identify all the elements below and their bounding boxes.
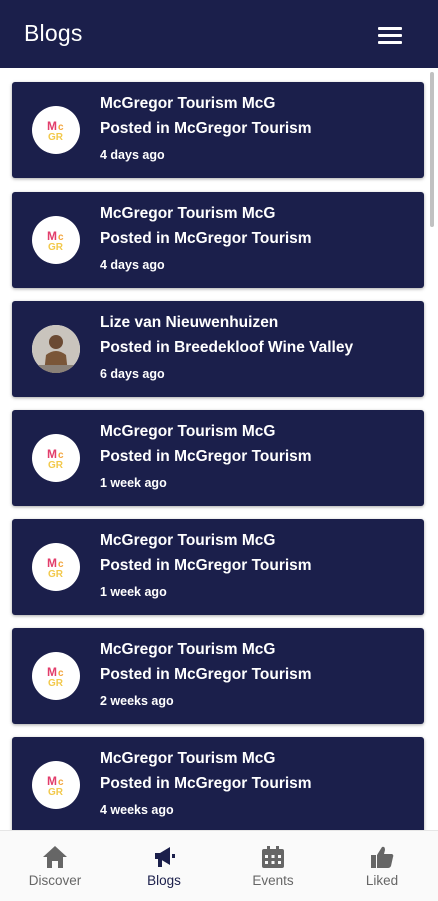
svg-text:M: M <box>47 774 57 788</box>
post-time: 4 days ago <box>100 148 165 162</box>
mcgregor-logo-avatar: M c GR <box>32 761 80 809</box>
post-time: 1 week ago <box>100 585 167 599</box>
svg-text:M: M <box>47 665 57 679</box>
post-author: McGregor Tourism McG <box>100 750 276 767</box>
thumbs-up-icon <box>371 846 394 868</box>
post-source: Posted in McGregor Tourism <box>100 775 312 792</box>
svg-text:GR: GR <box>48 787 64 798</box>
nav-label: Events <box>252 873 294 888</box>
post-time: 4 weeks ago <box>100 803 174 817</box>
svg-text:M: M <box>47 556 57 570</box>
post-source: Posted in McGregor Tourism <box>100 120 312 137</box>
blog-card[interactable]: M c GR McGregor Tourism McG Posted in Mc… <box>12 737 424 830</box>
svg-text:GR: GR <box>48 460 64 471</box>
nav-label: Blogs <box>147 873 181 888</box>
post-time: 6 days ago <box>100 367 165 381</box>
scrollbar-thumb[interactable] <box>430 72 434 227</box>
nav-discover[interactable]: Discover <box>0 831 110 901</box>
post-author: McGregor Tourism McG <box>100 532 276 549</box>
nav-blogs[interactable]: Blogs <box>109 831 219 901</box>
blog-card[interactable]: M c GR McGregor Tourism McG Posted in Mc… <box>12 519 424 615</box>
mcgregor-logo-avatar: M c GR <box>32 106 80 154</box>
blog-list[interactable]: M c GR McGregor Tourism McG Posted in Mc… <box>0 68 438 830</box>
blog-card[interactable]: M c GR McGregor Tourism McG Posted in Mc… <box>12 192 424 288</box>
post-time: 2 weeks ago <box>100 694 174 708</box>
post-time: 4 days ago <box>100 258 165 272</box>
nav-label: Liked <box>365 873 399 888</box>
svg-text:M: M <box>47 229 57 243</box>
svg-text:M: M <box>47 447 57 461</box>
svg-text:GR: GR <box>48 569 64 580</box>
blog-card[interactable]: Lize van Nieuwenhuizen Posted in Breedek… <box>12 301 424 397</box>
post-source: Posted in Breedekloof Wine Valley <box>100 339 354 356</box>
blog-card[interactable]: M c GR McGregor Tourism McG Posted in Mc… <box>12 82 424 178</box>
bottom-navigation: Discover Blogs Events Liked <box>0 830 438 901</box>
post-author: McGregor Tourism McG <box>100 205 276 222</box>
post-time: 1 week ago <box>100 476 167 490</box>
svg-text:GR: GR <box>48 132 64 143</box>
megaphone-icon <box>155 847 175 867</box>
post-author: McGregor Tourism McG <box>100 423 276 440</box>
svg-text:GR: GR <box>48 678 64 689</box>
mcgregor-logo-avatar: M c GR <box>32 434 80 482</box>
hamburger-menu-icon[interactable] <box>372 22 408 50</box>
blog-card[interactable]: M c GR McGregor Tourism McG Posted in Mc… <box>12 628 424 724</box>
nav-label: Discover <box>28 873 82 888</box>
post-author: McGregor Tourism McG <box>100 641 276 658</box>
nav-liked[interactable]: Liked <box>327 831 437 901</box>
post-author: Lize van Nieuwenhuizen <box>100 314 279 331</box>
mcgregor-logo-avatar: M c GR <box>32 216 80 264</box>
person-photo-avatar <box>32 325 80 373</box>
svg-text:GR: GR <box>48 242 64 253</box>
page-title: Blogs <box>24 20 83 46</box>
post-author: McGregor Tourism McG <box>100 95 276 112</box>
blog-card[interactable]: M c GR McGregor Tourism McG Posted in Mc… <box>12 410 424 506</box>
app-header: Blogs <box>0 0 438 68</box>
post-source: Posted in McGregor Tourism <box>100 557 312 574</box>
calendar-icon <box>262 846 284 868</box>
svg-text:M: M <box>47 119 57 133</box>
home-icon <box>43 846 67 868</box>
nav-events[interactable]: Events <box>218 831 328 901</box>
mcgregor-logo-avatar: M c GR <box>32 543 80 591</box>
post-source: Posted in McGregor Tourism <box>100 448 312 465</box>
post-source: Posted in McGregor Tourism <box>100 666 312 683</box>
post-source: Posted in McGregor Tourism <box>100 230 312 247</box>
mcgregor-logo-avatar: M c GR <box>32 652 80 700</box>
